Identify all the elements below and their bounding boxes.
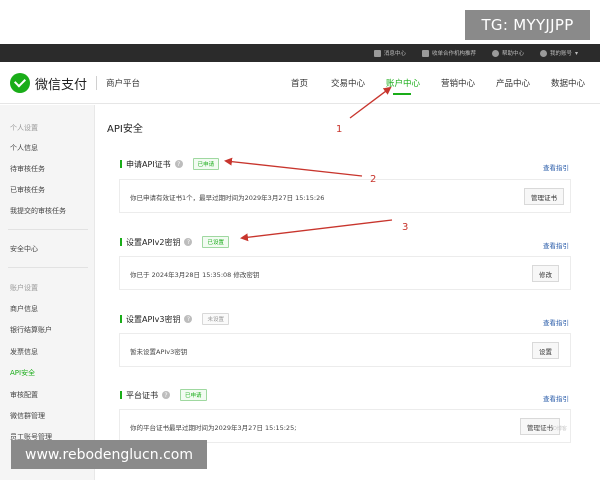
sidebar-item-pending-tasks[interactable]: 待审核任务 xyxy=(10,164,45,174)
view-guide-link[interactable]: 查看指引 xyxy=(543,393,569,403)
sidebar-group-account: 账户设置 xyxy=(10,284,38,292)
nav-product-center[interactable]: 产品中心 xyxy=(496,77,530,89)
status-badge: 已申请 xyxy=(192,158,220,170)
section-title: 设置APIv3密钥 xyxy=(126,314,181,324)
page-title: API安全 xyxy=(107,124,143,135)
section-apiv3-box: 暂未设置APIv3密钥 设置 xyxy=(119,333,571,367)
section-api-cert-header: 申请API证书 ? 已申请 xyxy=(120,158,220,170)
section-title: 申请API证书 xyxy=(126,159,171,169)
nav-account-center[interactable]: 账户中心 xyxy=(386,77,420,89)
acquirer-recommend-label: 收单合作机构推荐 xyxy=(431,51,476,57)
view-guide-link[interactable]: 查看指引 xyxy=(543,162,569,172)
annotation-label-1: 1 xyxy=(336,124,343,135)
sidebar-item-personal-info[interactable]: 个人信息 xyxy=(10,143,38,153)
section-accent-bar xyxy=(120,160,122,168)
section-info-text: 暂未设置APIv3密钥 xyxy=(130,348,188,356)
section-info-text: 你已申请有效证书1个，最早过期时间为2029年3月27日 15:15:26 xyxy=(130,194,325,202)
modify-key-button[interactable]: 修改 xyxy=(532,265,559,282)
set-key-button[interactable]: 设置 xyxy=(532,342,559,359)
sidebar-item-my-submitted-tasks[interactable]: 我提交的审核任务 xyxy=(10,206,66,216)
sidebar-item-review-config[interactable]: 审核配置 xyxy=(10,390,38,400)
top-nav: 首页 交易中心 账户中心 营销中心 产品中心 数据中心 xyxy=(0,62,600,104)
section-api-cert-box: 你已申请有效证书1个，最早过期时间为2029年3月27日 15:15:26 管理… xyxy=(119,179,571,213)
watermark-telegram: TG: MYYJJPP xyxy=(465,10,590,40)
section-apiv3-header: 设置APIv3密钥 ? 未设置 xyxy=(120,313,229,325)
nav-trade-center[interactable]: 交易中心 xyxy=(331,77,365,89)
my-account-label: 我的账号 xyxy=(549,51,572,57)
nav-data-center[interactable]: 数据中心 xyxy=(551,77,585,89)
section-info-text: 你已于 2024年3月28日 15:35:08 修改密钥 xyxy=(130,271,260,279)
manage-cert-button[interactable]: 管理证书 xyxy=(524,188,564,205)
main-header: 微信支付 商户平台 首页 交易中心 账户中心 营销中心 产品中心 数据中心 xyxy=(0,62,600,104)
section-platform-cert-box: 你的平台证书最早过期时间为2029年3月27日 15:15:25; 管理证书 xyxy=(119,409,571,443)
section-apiv2-box: 你已于 2024年3月28日 15:35:08 修改密钥 修改 xyxy=(119,256,571,290)
sidebar-group-personal: 个人设置 xyxy=(10,124,38,132)
recommend-icon xyxy=(421,49,429,57)
sidebar-item-bank-account[interactable]: 银行结算账户 xyxy=(10,325,52,335)
nav-marketing-center[interactable]: 营销中心 xyxy=(441,77,475,89)
annotation-label-2: 2 xyxy=(370,174,377,185)
nav-active-indicator xyxy=(393,93,411,95)
view-guide-link[interactable]: 查看指引 xyxy=(543,240,569,250)
my-account-menu[interactable]: 我的账号 ▾ xyxy=(539,49,578,57)
sidebar-item-merchant-info[interactable]: 商户信息 xyxy=(10,304,38,314)
acquirer-recommend-link[interactable]: 收单合作机构推荐 xyxy=(421,49,476,57)
help-center-link[interactable]: 帮助中心 xyxy=(491,49,524,57)
question-icon[interactable]: ? xyxy=(184,238,193,246)
sidebar-item-wechat-group[interactable]: 微信群管理 xyxy=(10,411,45,421)
question-icon[interactable]: ? xyxy=(184,315,193,323)
user-icon xyxy=(539,49,547,57)
section-info-text: 你的平台证书最早过期时间为2029年3月27日 15:15:25; xyxy=(130,424,297,432)
status-badge: 未设置 xyxy=(202,313,229,325)
sidebar: 个人设置 个人信息 待审核任务 已审核任务 我提交的审核任务 安全中心 账户设置… xyxy=(0,105,95,480)
sidebar-item-security-center[interactable]: 安全中心 xyxy=(10,244,38,254)
annotation-label-3: 3 xyxy=(402,222,409,233)
status-badge: 已设置 xyxy=(202,236,229,248)
main-content: API安全 申请API证书 ? 已申请 查看指引 你已申请有效证书1个，最早过期… xyxy=(95,105,600,480)
section-accent-bar xyxy=(120,315,122,323)
help-icon xyxy=(491,49,499,57)
view-guide-link[interactable]: 查看指引 xyxy=(543,317,569,327)
help-center-label: 帮助中心 xyxy=(501,51,524,57)
question-icon[interactable]: ? xyxy=(162,391,170,399)
top-utility-bar: 消息中心 收单合作机构推荐 帮助中心 我的账号 ▾ xyxy=(0,44,600,62)
section-title: 平台证书 xyxy=(126,390,158,400)
sidebar-item-api-security[interactable]: API安全 xyxy=(10,368,35,378)
sidebar-item-invoice-info[interactable]: 发票信息 xyxy=(10,347,38,357)
section-platform-cert-header: 平台证书 ? 已申请 xyxy=(120,389,207,401)
sidebar-divider xyxy=(8,267,88,268)
faint-watermark: @51CTO博客 xyxy=(535,426,567,432)
status-badge: 已申请 xyxy=(180,389,207,401)
section-accent-bar xyxy=(120,238,122,246)
watermark-url: www.rebodenglucn.com xyxy=(11,440,207,469)
chevron-down-icon: ▾ xyxy=(574,49,578,57)
nav-home[interactable]: 首页 xyxy=(291,77,308,89)
section-apiv2-header: 设置APIv2密钥 ? 已设置 xyxy=(120,236,229,248)
message-icon xyxy=(373,49,381,57)
section-accent-bar xyxy=(120,391,122,399)
sidebar-divider xyxy=(8,229,88,230)
message-center-link[interactable]: 消息中心 xyxy=(373,49,406,57)
question-icon[interactable]: ? xyxy=(174,160,183,168)
message-center-label: 消息中心 xyxy=(383,51,406,57)
sidebar-item-reviewed-tasks[interactable]: 已审核任务 xyxy=(10,185,45,195)
section-title: 设置APIv2密钥 xyxy=(126,237,181,247)
